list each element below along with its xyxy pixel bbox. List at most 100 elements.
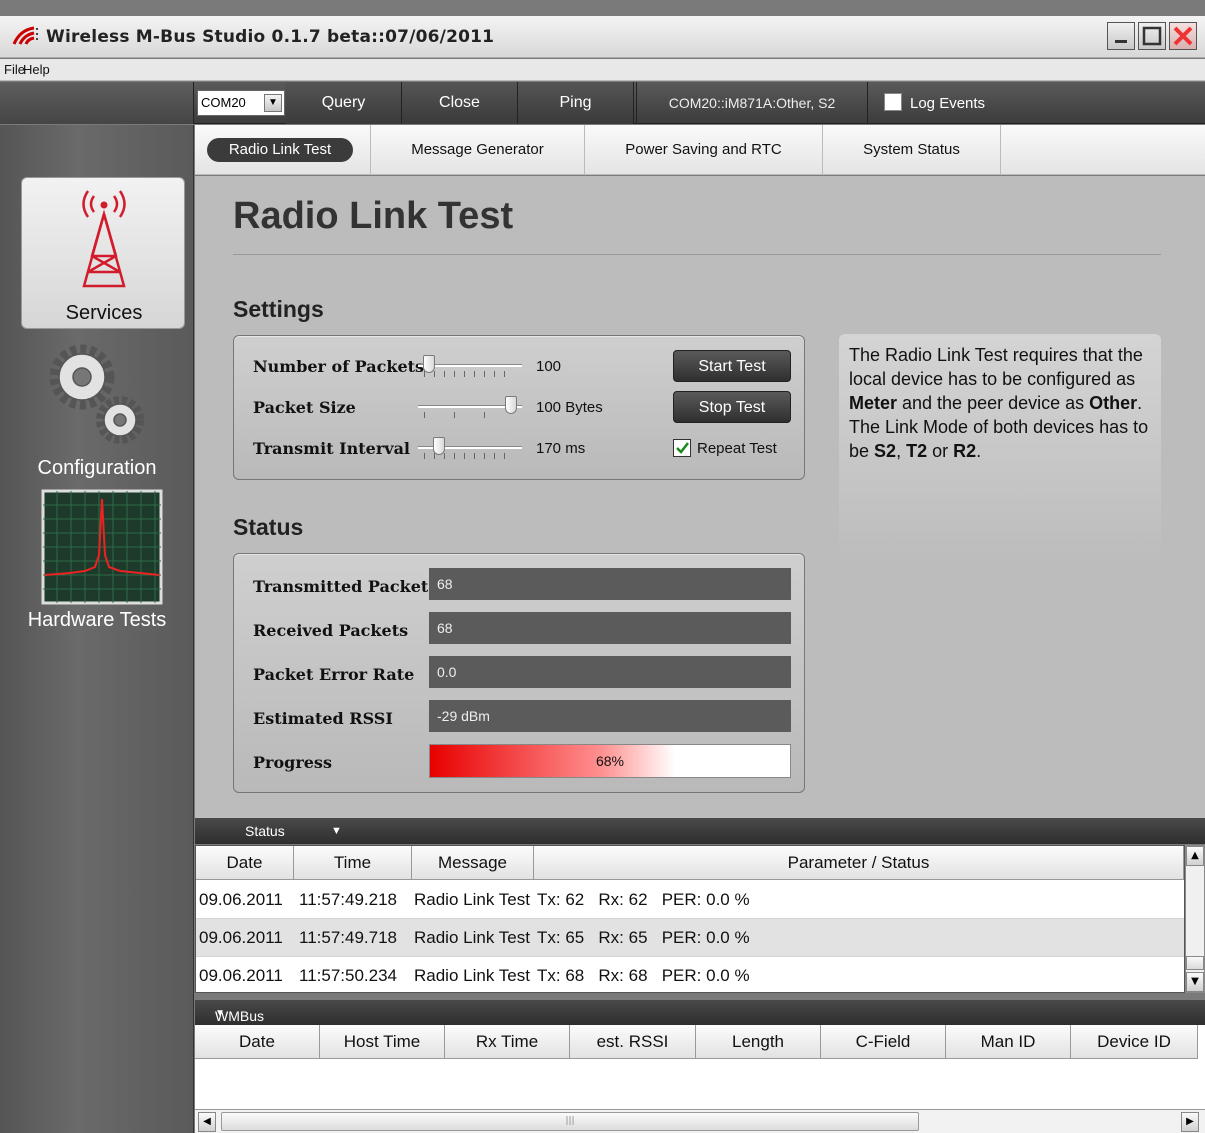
maximize-button[interactable] (1138, 22, 1166, 50)
close-port-button[interactable]: Close (402, 82, 518, 124)
log-events-toggle[interactable]: Log Events (884, 93, 985, 112)
status-log-scrollbar[interactable]: ▲ ▼ (1185, 845, 1205, 993)
scroll-left-icon[interactable]: ◀ (198, 1112, 216, 1132)
title-bar[interactable]: Wireless M-Bus Studio 0.1.7 beta::07/06/… (0, 16, 1205, 58)
sidebar-item-label: Hardware Tests (27, 609, 167, 631)
gears-icon (49, 344, 144, 444)
maximize-icon (1142, 26, 1162, 46)
column-header-man-id[interactable]: Man ID (946, 1025, 1071, 1059)
received-packets-field: 68 (429, 612, 791, 644)
start-test-button[interactable]: Start Test (673, 350, 791, 382)
chevron-down-icon[interactable]: ▼ (215, 1008, 225, 1019)
tab-message-generator[interactable]: Message Generator (371, 125, 585, 175)
stop-test-button[interactable]: Stop Test (673, 391, 791, 423)
num-packets-slider[interactable] (418, 355, 522, 377)
minimize-button[interactable] (1107, 22, 1135, 50)
cell-time: 11:57:49.218 (299, 890, 397, 909)
wmbus-messages-header[interactable]: WMBus Messages ▼ (195, 1000, 1205, 1040)
scrollbar-thumb[interactable]: ||| (221, 1112, 919, 1131)
spectrum-analyzer-icon (41, 489, 163, 605)
column-header-est-rssi[interactable]: est. RSSI (570, 1025, 696, 1059)
column-header-c-field[interactable]: C-Field (821, 1025, 946, 1059)
app-logo-icon (12, 26, 38, 45)
table-row[interactable]: 09.06.2011 11:57:49.218 Radio Link Test … (196, 881, 1184, 919)
com-port-value: COM20 (201, 95, 246, 110)
column-header-host-time[interactable]: Host Time (320, 1025, 445, 1059)
tab-power-saving-rtc[interactable]: Power Saving and RTC (585, 125, 823, 175)
chevron-down-icon[interactable]: ▼ (331, 825, 342, 837)
log-events-checkbox[interactable] (884, 93, 902, 111)
help-text: The Radio Link Test requires that the lo… (849, 345, 1143, 389)
column-header-date[interactable]: Date (195, 1025, 320, 1059)
slider-thumb[interactable] (422, 355, 435, 373)
scrollbar-thumb[interactable] (1186, 956, 1204, 970)
menu-help[interactable]: Help (23, 62, 50, 77)
column-header-message[interactable]: Message (412, 846, 534, 880)
chevron-down-icon[interactable]: ▼ (264, 94, 282, 112)
help-text-bold: T2 (906, 441, 928, 461)
repeat-test-checkbox[interactable] (673, 439, 691, 457)
application-window: Wireless M-Bus Studio 0.1.7 beta::07/06/… (0, 0, 1205, 1133)
transmitted-packets-field: 68 (429, 568, 791, 600)
column-header-parameter[interactable]: Parameter / Status (534, 846, 1184, 880)
scroll-right-icon[interactable]: ▶ (1181, 1112, 1199, 1132)
scroll-down-icon[interactable]: ▼ (1186, 972, 1204, 992)
main-content: Radio Link Test Settings Number of Packe… (195, 176, 1205, 818)
packet-error-rate-field: 0.0 (429, 656, 791, 688)
slider-thumb[interactable] (432, 437, 445, 455)
column-header-device-id[interactable]: Device ID (1071, 1025, 1198, 1059)
minimize-icon (1115, 40, 1127, 43)
repeat-test-toggle[interactable]: Repeat Test (673, 439, 777, 457)
table-row[interactable]: 09.06.2011 11:57:49.718 Radio Link Test … (196, 919, 1184, 957)
sidebar-item-label: Services (65, 302, 143, 324)
transmit-interval-label: Transmit Interval (253, 439, 411, 458)
status-log-table: Date Time Message Parameter / Status 09.… (195, 845, 1185, 993)
packet-size-slider[interactable] (418, 396, 522, 418)
query-button[interactable]: Query (286, 82, 402, 124)
column-header-time[interactable]: Time (294, 846, 412, 880)
received-packets-label: Received Packets (253, 621, 409, 640)
transmit-interval-value: 170 ms (536, 440, 586, 457)
table-row[interactable]: 09.06.2011 11:57:50.234 Radio Link Test … (196, 957, 1184, 995)
help-text-bold: Other (1089, 393, 1138, 413)
transmit-interval-slider[interactable] (418, 437, 522, 459)
repeat-test-label: Repeat Test (697, 440, 777, 457)
column-header-rx-time[interactable]: Rx Time (445, 1025, 570, 1059)
cell-time: 11:57:50.234 (299, 966, 397, 985)
menu-file[interactable]: File (4, 62, 25, 77)
cell-message: Radio Link Test (414, 966, 530, 985)
connection-info: COM20::iM871A:Other, S2 (636, 82, 868, 124)
sidebar-item-services[interactable]: Services (21, 177, 185, 329)
slider-thumb[interactable] (505, 396, 518, 414)
radio-tower-icon (82, 190, 126, 288)
cell-parameter: Tx: 68 Rx: 68 PER: 0.0 % (537, 966, 750, 985)
menu-bar: File Help (0, 59, 1205, 81)
divider (233, 254, 1161, 255)
tab-system-status[interactable]: System Status (823, 125, 1001, 175)
status-heading: Status (233, 514, 304, 540)
wmbus-messages-table: Date Host Time Rx Time est. RSSI Length … (195, 1025, 1205, 1109)
help-text: . (976, 441, 982, 461)
sidebar: Services Configuration Hardware Tests (0, 125, 194, 1133)
help-text: , (896, 441, 907, 461)
cell-parameter: Tx: 62 Rx: 62 PER: 0.0 % (537, 890, 750, 909)
scroll-up-icon[interactable]: ▲ (1186, 846, 1204, 866)
cell-date: 09.06.2011 (199, 966, 283, 985)
settings-heading: Settings (233, 296, 324, 322)
ping-button[interactable]: Ping (518, 82, 634, 124)
wmbus-horizontal-scrollbar[interactable]: ◀ ||| ▶ (195, 1109, 1205, 1133)
column-header-date[interactable]: Date (196, 846, 294, 880)
close-button[interactable] (1169, 22, 1197, 50)
close-icon (1173, 26, 1193, 46)
column-header-length[interactable]: Length (696, 1025, 821, 1059)
status-log-header[interactable]: Status ▼ (195, 818, 1205, 844)
sidebar-item-hardware-tests[interactable]: Hardware Tests (0, 489, 194, 639)
tab-radio-link-test[interactable]: Radio Link Test (195, 125, 371, 175)
cell-message: Radio Link Test (414, 890, 530, 909)
transmitted-packets-label: Transmitted Packets (253, 577, 438, 596)
sidebar-item-configuration[interactable]: Configuration (0, 337, 194, 487)
cell-date: 09.06.2011 (199, 928, 283, 947)
toolbar: COM20 ▼ Query Close Ping COM20::iM871A:O… (0, 82, 1205, 124)
com-port-select[interactable]: COM20 ▼ (197, 90, 285, 116)
progress-bar: 68% (429, 744, 791, 778)
